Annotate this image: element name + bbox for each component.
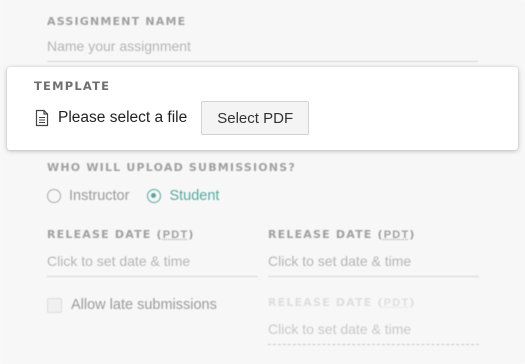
assignment-form: ASSIGNMENT NAME Name your assignment WHO… [0,0,525,364]
student-radio-label[interactable]: Student [169,188,219,204]
late-date-input: Click to set date & time [268,321,479,345]
timezone-label: PDT [162,229,189,241]
release-date-label-prefix: RELEASE DATE ( [47,228,163,241]
due-date-label-suffix: ) [409,228,416,241]
late-submissions-checkbox[interactable] [47,297,62,313]
template-card: TEMPLATE Please select a file Select PDF [7,67,518,150]
file-select-row: Please select a file Select PDF [34,101,310,135]
late-date-label-prefix: RELEASE DATE ( [268,296,384,309]
upload-radio-group: Instructor Student [47,188,237,204]
upload-submissions-label: WHO WILL UPLOAD SUBMISSIONS? [47,161,296,174]
instructor-radio[interactable] [47,189,61,203]
assignment-name-label: ASSIGNMENT NAME [47,15,187,28]
late-date-label-suffix: ) [409,296,416,309]
release-date-label: RELEASE DATE (PDT) [47,228,195,241]
assignment-name-input[interactable]: Name your assignment [47,38,478,62]
release-date-label-suffix: ) [188,228,195,241]
file-status-text: Please select a file [58,109,188,126]
timezone-label: PDT [383,229,410,241]
due-date-label-prefix: RELEASE DATE ( [268,228,384,241]
template-label: TEMPLATE [34,79,111,93]
due-date-input[interactable]: Click to set date & time [268,253,479,277]
select-pdf-button[interactable]: Select PDF [201,101,310,135]
instructor-radio-label[interactable]: Instructor [69,188,129,204]
late-submissions-label[interactable]: Allow late submissions [71,297,217,313]
timezone-label: PDT [383,297,410,309]
document-icon [35,109,49,127]
late-date-label: RELEASE DATE (PDT) [268,296,416,309]
release-date-input[interactable]: Click to set date & time [47,253,258,277]
student-radio[interactable] [147,189,162,203]
late-submissions-row[interactable]: Allow late submissions [47,297,217,313]
due-date-label: RELEASE DATE (PDT) [268,228,416,241]
